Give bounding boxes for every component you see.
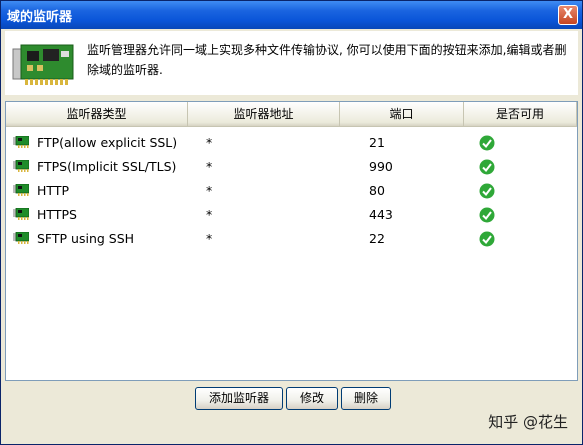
column-header-type[interactable]: 监听器类型 (6, 102, 188, 127)
check-icon (479, 231, 495, 247)
network-card-icon (13, 160, 29, 172)
network-card-icon (12, 44, 74, 85)
listener-port: 21 (369, 135, 385, 150)
edit-button[interactable]: 修改 (286, 387, 338, 410)
table-row[interactable]: SFTP using SSH * 22 (6, 227, 577, 251)
check-icon (479, 183, 495, 199)
add-listener-button[interactable]: 添加监听器 (195, 387, 283, 410)
window-title: 域的监听器 (7, 10, 73, 25)
listener-address: * (206, 207, 213, 222)
column-header-enabled[interactable]: 是否可用 (464, 102, 577, 127)
network-card-icon (13, 208, 29, 220)
table-row[interactable]: FTPS(Implicit SSL/TLS) * 990 (6, 155, 577, 179)
listener-type: HTTPS (37, 207, 77, 222)
check-icon (479, 159, 495, 175)
column-header-address[interactable]: 监听器地址 (188, 102, 340, 127)
listener-list[interactable]: 监听器类型 监听器地址 端口 是否可用 FTP(allow explicit S… (5, 101, 578, 381)
table-row[interactable]: HTTPS * 443 (6, 203, 577, 227)
listener-address: * (206, 159, 213, 174)
listener-type: FTPS(Implicit SSL/TLS) (37, 159, 177, 174)
watermark: 知乎 @花生 (488, 413, 568, 431)
header-description: 监听管理器允许同一域上实现多种文件传输协议, 你可以使用下面的按钮来添加,编辑或… (87, 43, 567, 77)
table-row[interactable]: FTP(allow explicit SSL) * 21 (6, 131, 577, 155)
listener-port: 990 (369, 159, 393, 174)
listener-address: * (206, 183, 213, 198)
network-card-icon (13, 136, 29, 148)
network-card-icon (13, 184, 29, 196)
listener-address: * (206, 135, 213, 150)
header-panel: 监听管理器允许同一域上实现多种文件传输协议, 你可以使用下面的按钮来添加,编辑或… (5, 31, 578, 95)
listener-type: FTP(allow explicit SSL) (37, 135, 178, 150)
check-icon (479, 135, 495, 151)
close-button[interactable]: X (558, 5, 578, 25)
network-card-icon (13, 232, 29, 244)
listener-address: * (206, 231, 213, 246)
listener-port: 443 (369, 207, 393, 222)
listener-type: HTTP (37, 183, 69, 198)
listener-type: SFTP using SSH (37, 231, 135, 246)
listener-dialog: 域的监听器 X 监听管理器允许同一域上实现多种文件传输协议, 你可以使用下面的按… (0, 0, 583, 445)
listener-port: 22 (369, 231, 385, 246)
title-bar[interactable]: 域的监听器 X (1, 1, 582, 29)
column-header-port[interactable]: 端口 (340, 102, 464, 127)
check-icon (479, 207, 495, 223)
table-row[interactable]: HTTP * 80 (6, 179, 577, 203)
delete-button[interactable]: 删除 (341, 387, 391, 410)
listener-port: 80 (369, 183, 385, 198)
